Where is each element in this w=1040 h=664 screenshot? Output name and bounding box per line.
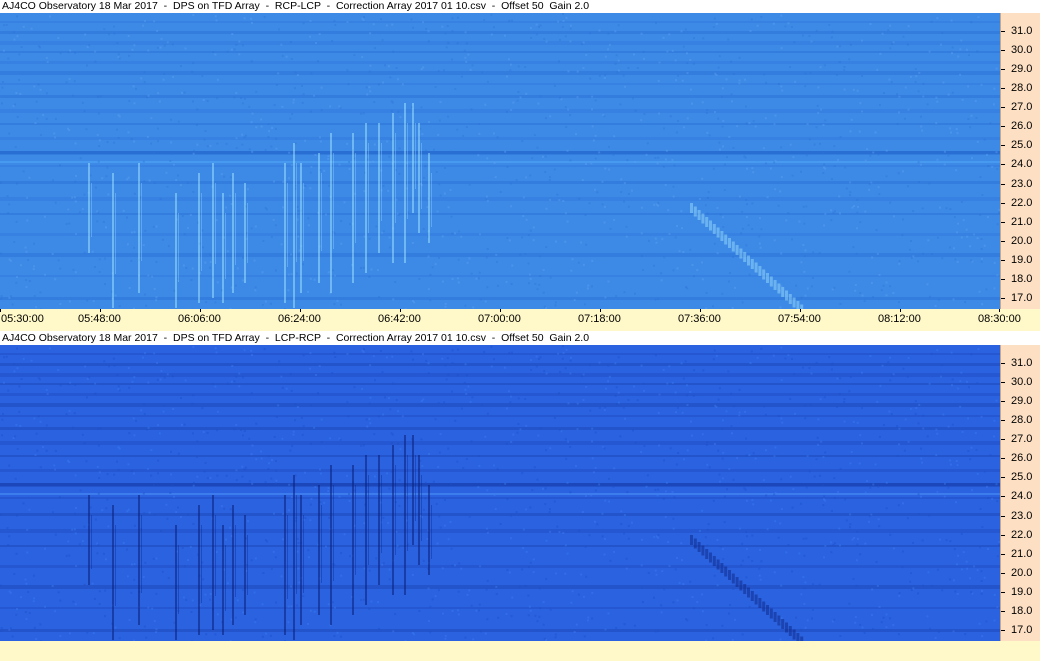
- y-tick-label: 31.0: [1011, 25, 1033, 37]
- x-tick: [500, 309, 501, 312]
- y-tick: [1001, 164, 1005, 166]
- y-tick-label: 20.0: [1011, 234, 1033, 247]
- bottom-strip: [0, 641, 1040, 661]
- y-tick: [1001, 50, 1005, 52]
- y-tick-label: 29.0: [1011, 63, 1033, 76]
- y-tick-label: 26.0: [1011, 452, 1033, 465]
- y-tick-label: 28.0: [1011, 82, 1033, 95]
- x-tick: [0, 309, 1, 312]
- y-tick-label: 29.0: [1011, 395, 1033, 408]
- y-tick: [1001, 259, 1005, 261]
- spectrogram-lcp-rcp-canvas: [0, 345, 1000, 641]
- y-tick-label: 21.0: [1011, 547, 1033, 560]
- x-tick: [600, 309, 601, 312]
- y-tick: [1001, 515, 1005, 517]
- y-tick-label: 23.0: [1011, 177, 1033, 190]
- x-tick-label: 07:54:00: [778, 313, 821, 325]
- y-tick: [1001, 553, 1005, 555]
- y-tick-label: 27.0: [1011, 101, 1033, 114]
- y-tick-label: 24.0: [1011, 158, 1033, 171]
- y-tick-label: 24.0: [1011, 490, 1033, 503]
- x-tick: [400, 309, 401, 312]
- y-tick: [1001, 534, 1005, 536]
- y-tick-label: 25.0: [1011, 471, 1033, 484]
- y-tick-label: 17.0: [1011, 291, 1033, 304]
- y-tick-label: 22.0: [1011, 528, 1033, 541]
- y-tick-label: 27.0: [1011, 433, 1033, 446]
- panel-2-title: AJ4CO Observatory 18 Mar 2017 - DPS on T…: [2, 332, 590, 344]
- spectrogram-lcp-rcp[interactable]: [0, 345, 1000, 641]
- y-tick: [1001, 458, 1005, 460]
- x-tick-label: 08:30:00: [978, 313, 1021, 325]
- x-tick: [200, 309, 201, 312]
- x-tick-label: 08:12:00: [878, 313, 921, 325]
- y-tick: [1001, 88, 1005, 90]
- y-tick-label: 23.0: [1011, 509, 1033, 522]
- y-tick: [1001, 126, 1005, 128]
- y-tick: [1001, 240, 1005, 242]
- x-tick: [999, 309, 1000, 312]
- spectrogram-rcp-lcp-canvas: [0, 13, 1000, 309]
- x-tick: [100, 309, 101, 312]
- time-axis: 05:30:00 05:48:00 06:06:00 06:24:00 06:42:00…: [0, 309, 1040, 331]
- spectrogram-rcp-lcp[interactable]: [0, 13, 1000, 309]
- y-tick: [1001, 363, 1005, 364]
- y-tick-label: 30.0: [1011, 44, 1033, 57]
- y-tick: [1001, 69, 1005, 71]
- x-tick-label: 06:06:00: [178, 313, 221, 325]
- x-tick-label: 05:30:00: [1, 313, 44, 325]
- y-tick: [1001, 297, 1005, 299]
- y-tick: [1001, 477, 1005, 479]
- y-tick-label: 21.0: [1011, 215, 1033, 228]
- y-tick-label: 18.0: [1011, 604, 1033, 617]
- y-tick-label: 19.0: [1011, 585, 1033, 598]
- x-tick-label: 07:00:00: [478, 313, 521, 325]
- frequency-axis-bottom: 31.0 30.0 29.0 28.0 27.0 26.0 25.0 24.0 23.0 22.0…: [1000, 345, 1040, 641]
- y-tick: [1001, 107, 1005, 109]
- x-tick-label: 07:18:00: [578, 313, 621, 325]
- x-tick: [800, 309, 801, 312]
- y-tick: [1001, 629, 1005, 631]
- y-tick: [1001, 221, 1005, 223]
- y-tick: [1001, 439, 1005, 441]
- y-tick: [1001, 572, 1005, 574]
- y-tick-label: 17.0: [1011, 623, 1033, 636]
- x-tick: [900, 309, 901, 312]
- y-tick: [1001, 145, 1005, 147]
- y-tick-label: 22.0: [1011, 196, 1033, 209]
- y-tick-label: 18.0: [1011, 272, 1033, 285]
- frequency-axis-top: 31.0 30.0 29.0 28.0 27.0 26.0 25.0 24.0 23.0 22.0…: [1000, 13, 1040, 309]
- y-tick-label: 31.0: [1011, 357, 1033, 369]
- x-tick-label: 07:36:00: [678, 313, 721, 325]
- y-tick-label: 20.0: [1011, 566, 1033, 579]
- x-tick-label: 05:48:00: [78, 313, 121, 325]
- panel-1-title: AJ4CO Observatory 18 Mar 2017 - DPS on T…: [2, 0, 590, 12]
- y-tick: [1001, 382, 1005, 384]
- x-tick-label: 06:24:00: [278, 313, 321, 325]
- y-tick-label: 26.0: [1011, 120, 1033, 133]
- y-tick: [1001, 591, 1005, 593]
- y-tick: [1001, 401, 1005, 403]
- y-tick-label: 30.0: [1011, 376, 1033, 389]
- x-tick: [300, 309, 301, 312]
- y-tick-label: 25.0: [1011, 139, 1033, 152]
- y-tick: [1001, 31, 1005, 32]
- y-tick: [1001, 420, 1005, 422]
- y-tick: [1001, 202, 1005, 204]
- x-tick: [700, 309, 701, 312]
- y-tick: [1001, 610, 1005, 612]
- y-tick: [1001, 278, 1005, 280]
- y-tick: [1001, 183, 1005, 185]
- y-tick: [1001, 496, 1005, 498]
- x-tick-label: 06:42:00: [378, 313, 421, 325]
- y-tick-label: 19.0: [1011, 253, 1033, 266]
- y-tick-label: 28.0: [1011, 414, 1033, 427]
